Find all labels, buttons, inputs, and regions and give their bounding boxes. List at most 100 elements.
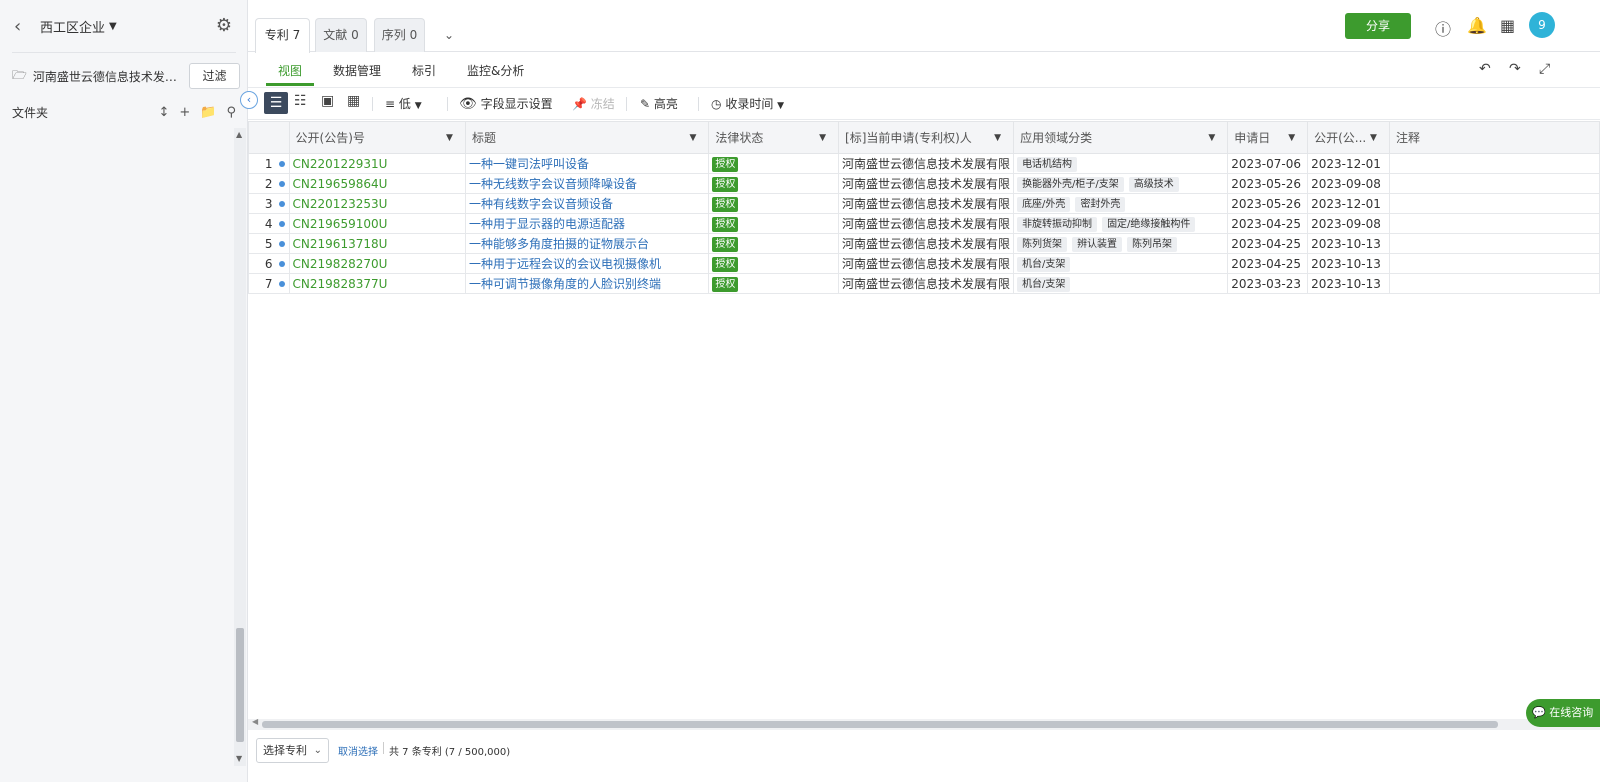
- publication-number[interactable]: CN220122931U: [288, 153, 466, 174]
- note[interactable]: [1388, 153, 1600, 174]
- table-row[interactable]: 4 CN219659100U 一种用于显示器的电源适配器 授权 河南盛世云德信息技术发展…: [248, 213, 1600, 234]
- note[interactable]: [1388, 193, 1600, 214]
- scroll-left-icon[interactable]: ◀: [252, 717, 258, 726]
- scroll-thumb[interactable]: [262, 721, 1498, 728]
- freeze-label: 冻结: [590, 97, 615, 111]
- field-chip: 非旋转振动抑制: [1017, 216, 1098, 232]
- publication-number[interactable]: CN219659864U: [288, 173, 466, 194]
- caret-down-icon[interactable]: ▼: [690, 133, 697, 143]
- table-row[interactable]: 3 CN220123253U 一种有线数字会议音频设备 授权 河南盛世云德信息技术发展有…: [248, 193, 1600, 214]
- tab-patent[interactable]: 专利 7: [255, 18, 310, 53]
- caret-down-icon[interactable]: ▼: [1208, 133, 1215, 143]
- collapse-sidebar-button[interactable]: ‹: [240, 91, 258, 109]
- filter-button[interactable]: 过滤: [189, 63, 240, 89]
- legal-status: 授权: [708, 253, 840, 274]
- scroll-thumb[interactable]: [236, 628, 244, 742]
- image-view-icon[interactable]: ▣: [321, 93, 334, 109]
- undo-icon[interactable]: ↶: [1479, 61, 1491, 77]
- caret-down-icon[interactable]: ▼: [109, 21, 117, 32]
- card-view-icon[interactable]: ▦: [347, 93, 360, 109]
- publication-number[interactable]: CN219828270U: [288, 253, 466, 274]
- folder-settings-icon[interactable]: 📁: [200, 105, 216, 120]
- note[interactable]: [1388, 273, 1600, 294]
- chevron-down-icon[interactable]: ⌄: [444, 28, 454, 42]
- header-applicant[interactable]: [标]当前申请(专利权)人 ▼: [838, 121, 1015, 154]
- applicant: 河南盛世云德信息技术发展有限: [838, 273, 1015, 294]
- sort-icon[interactable]: ↕: [158, 105, 169, 120]
- density-select[interactable]: ≡ 低 ▼: [385, 95, 422, 112]
- caret-down-icon[interactable]: ▼: [994, 133, 1001, 143]
- table-row[interactable]: 2 CN219659864U 一种无线数字会议音频降噪设备 授权 河南盛世云德信息技术发…: [248, 173, 1600, 194]
- list-view-icon[interactable]: ☰: [264, 92, 288, 114]
- plus-icon[interactable]: +: [179, 105, 190, 120]
- note[interactable]: [1388, 213, 1600, 234]
- search-icon[interactable]: ⚲: [226, 105, 236, 120]
- subnav-index[interactable]: 标引: [412, 62, 436, 79]
- select-patent-dropdown[interactable]: 选择专利 ⌄: [256, 738, 329, 763]
- subnav-view[interactable]: 视图: [278, 62, 302, 79]
- patent-title[interactable]: 一种用于远程会议的会议电视摄像机: [464, 253, 710, 274]
- scroll-down-icon[interactable]: ▼: [236, 754, 242, 763]
- workspace-title[interactable]: 西工区企业: [40, 17, 105, 36]
- row-index[interactable]: 1: [248, 153, 290, 174]
- publication-number[interactable]: CN220123253U: [288, 193, 466, 214]
- row-index[interactable]: 4: [248, 213, 290, 234]
- table-row[interactable]: 1 CN220122931U 一种一键司法呼叫设备 授权 河南盛世云德信息技术发展有限电…: [248, 153, 1600, 174]
- fullscreen-icon[interactable]: ⤢: [1539, 61, 1550, 77]
- publication-number[interactable]: CN219659100U: [288, 213, 466, 234]
- gear-icon[interactable]: ⚙: [216, 15, 232, 36]
- share-button[interactable]: 分享: [1345, 13, 1411, 39]
- scroll-up-icon[interactable]: ▲: [236, 130, 242, 139]
- caret-down-icon[interactable]: ▼: [1370, 133, 1377, 143]
- patent-title[interactable]: 一种一键司法呼叫设备: [464, 153, 710, 174]
- field-display-settings-button[interactable]: 👁 字段显示设置: [459, 95, 553, 112]
- note[interactable]: [1388, 253, 1600, 274]
- highlight-button[interactable]: ✎ 高亮: [640, 95, 678, 112]
- patent-title[interactable]: 一种用于显示器的电源适配器: [464, 213, 710, 234]
- row-index[interactable]: 2: [248, 173, 290, 194]
- note[interactable]: [1388, 173, 1600, 194]
- project-name[interactable]: 河南盛世云德信息技术发展...: [33, 68, 183, 85]
- row-index[interactable]: 5: [248, 233, 290, 254]
- left-scrollbar[interactable]: ▲ ▼: [234, 128, 246, 766]
- header-note[interactable]: 注释: [1388, 121, 1600, 154]
- avatar[interactable]: 9: [1529, 12, 1555, 38]
- table-row[interactable]: 6 CN219828270U 一种用于远程会议的会议电视摄像机 授权 河南盛世云德信息技…: [248, 253, 1600, 274]
- publication-number[interactable]: CN219828377U: [288, 273, 466, 294]
- publication-number[interactable]: CN219613718U: [288, 233, 466, 254]
- subnav-data-management[interactable]: 数据管理: [333, 62, 381, 79]
- online-consult-button[interactable]: 💬 在线咨询: [1526, 699, 1600, 727]
- freeze-button[interactable]: 📌 冻结: [572, 95, 615, 112]
- header-publication-number[interactable]: 公开(公告)号 ▼: [288, 121, 466, 154]
- tab-sequence[interactable]: 序列 0: [374, 18, 425, 52]
- header-publication-date[interactable]: 公开(公... ▼: [1307, 121, 1390, 154]
- caret-down-icon[interactable]: ▼: [819, 133, 826, 143]
- apps-grid-icon[interactable]: ▦: [1500, 16, 1515, 35]
- redo-icon[interactable]: ↷: [1509, 61, 1521, 77]
- cancel-selection-link[interactable]: 取消选择: [338, 743, 378, 758]
- horizontal-scrollbar[interactable]: ◀: [248, 717, 1600, 730]
- help-icon[interactable]: ⓘ: [1435, 16, 1451, 40]
- patent-title[interactable]: 一种有线数字会议音频设备: [464, 193, 710, 214]
- subnav-monitor-analysis[interactable]: 监控&分析: [467, 62, 524, 79]
- table-row[interactable]: 5 CN219613718U 一种能够多角度拍摄的证物展示台 授权 河南盛世云德信息技术…: [248, 233, 1600, 254]
- header-title[interactable]: 标题 ▼: [464, 121, 710, 154]
- patent-title[interactable]: 一种能够多角度拍摄的证物展示台: [464, 233, 710, 254]
- row-index[interactable]: 3: [248, 193, 290, 214]
- note[interactable]: [1388, 233, 1600, 254]
- header-application-field[interactable]: 应用领域分类 ▼: [1013, 121, 1229, 154]
- table-row[interactable]: 7 CN219828377U 一种可调节摄像角度的人脸识别终端 授权 河南盛世云德信息技…: [248, 273, 1600, 294]
- row-index[interactable]: 7: [248, 273, 290, 294]
- row-index[interactable]: 6: [248, 253, 290, 274]
- sort-select[interactable]: ◷ 收录时间 ▼: [711, 95, 784, 112]
- tab-literature[interactable]: 文献 0: [315, 18, 367, 52]
- chevron-left-icon[interactable]: ‹: [14, 16, 40, 37]
- caret-down-icon[interactable]: ▼: [446, 133, 453, 143]
- patent-title[interactable]: 一种可调节摄像角度的人脸识别终端: [464, 273, 710, 294]
- patent-title[interactable]: 一种无线数字会议音频降噪设备: [464, 173, 710, 194]
- header-application-date[interactable]: 申请日 ▼: [1227, 121, 1309, 154]
- bell-icon[interactable]: 🔔: [1467, 16, 1487, 35]
- detail-view-icon[interactable]: ☷: [294, 93, 307, 109]
- header-legal-status[interactable]: 法律状态 ▼: [708, 121, 840, 154]
- caret-down-icon[interactable]: ▼: [1288, 133, 1295, 143]
